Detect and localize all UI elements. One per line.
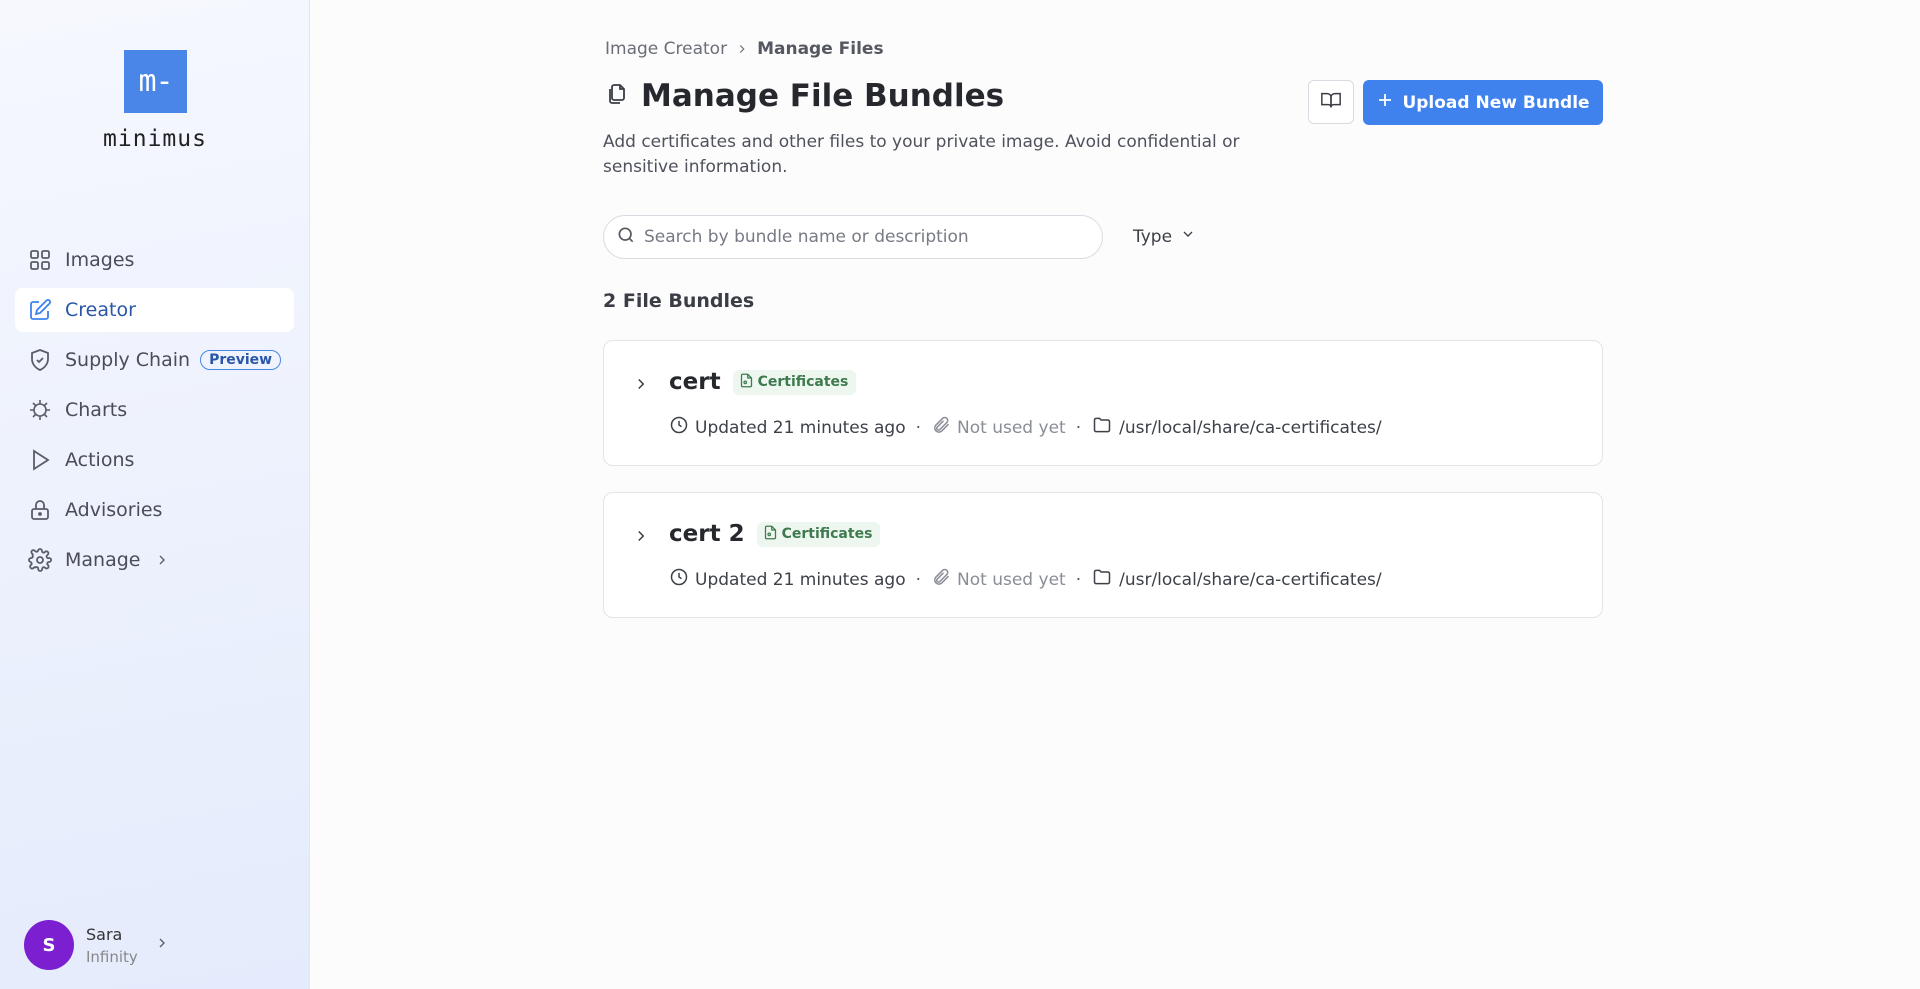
updated-text: Updated 21 minutes ago	[695, 569, 906, 590]
bundle-card[interactable]: cert Certificates Updated 21 minutes ago…	[603, 340, 1603, 466]
sidebar-item-label: Charts	[65, 399, 128, 421]
path-info: /usr/local/share/ca-certificates/	[1091, 567, 1382, 592]
usage-text: Not used yet	[957, 417, 1066, 438]
sidebar-item-creator[interactable]: Creator	[15, 288, 294, 332]
expand-chevron-icon[interactable]	[632, 527, 650, 549]
usage-info: Not used yet	[931, 415, 1066, 440]
certificate-icon	[763, 525, 782, 544]
sidebar-item-label: Supply Chain	[65, 349, 191, 371]
bundle-name: cert	[669, 369, 721, 395]
shield-icon	[27, 347, 53, 373]
updated-text: Updated 21 minutes ago	[695, 417, 906, 438]
clock-icon	[669, 415, 695, 440]
type-tag-label: Certificates	[781, 526, 873, 542]
usage-info: Not used yet	[931, 567, 1066, 592]
user-menu[interactable]: S Sara Infinity	[24, 919, 284, 971]
sidebar-item-supply-chain[interactable]: Supply Chain Preview	[15, 338, 294, 382]
user-name: Sara	[86, 924, 123, 944]
separator-dot: ·	[1075, 569, 1082, 590]
bundle-meta: Updated 21 minutes ago · Not used yet · …	[669, 567, 1382, 592]
type-filter-dropdown[interactable]: Type	[1133, 226, 1196, 247]
chevron-right-icon	[154, 935, 170, 955]
sidebar-item-label: Manage	[65, 549, 141, 571]
lock-icon	[27, 497, 53, 523]
type-tag: Certificates	[732, 369, 857, 395]
page-header: Manage File Bundles	[605, 78, 1004, 114]
sidebar-item-label: Actions	[65, 449, 135, 471]
play-icon	[27, 447, 53, 473]
paperclip-icon	[931, 567, 957, 592]
breadcrumb-current: Manage Files	[757, 39, 884, 59]
sidebar-item-manage[interactable]: Manage	[15, 538, 294, 582]
upload-bundle-button[interactable]: Upload New Bundle	[1363, 80, 1603, 125]
chevron-right-icon	[735, 42, 749, 56]
grid-icon	[27, 247, 53, 273]
separator-dot: ·	[915, 417, 922, 438]
plus-icon	[1376, 91, 1402, 114]
bundle-name: cert 2	[669, 521, 745, 547]
path-info: /usr/local/share/ca-certificates/	[1091, 415, 1382, 440]
main-nav: Images Creator Supply Chain Preview Char…	[15, 238, 294, 588]
sidebar: m- minimus Images Creator Supply Chain P…	[0, 0, 310, 989]
sidebar-item-advisories[interactable]: Advisories	[15, 488, 294, 532]
preview-badge: Preview	[200, 350, 282, 370]
folder-icon	[1091, 415, 1119, 440]
documentation-button[interactable]	[1308, 80, 1354, 124]
sidebar-item-images[interactable]: Images	[15, 238, 294, 282]
bundle-count: 2 File Bundles	[603, 290, 755, 312]
bundle-header: cert 2 Certificates	[669, 521, 881, 547]
type-tag-label: Certificates	[757, 374, 849, 390]
upload-bundle-label: Upload New Bundle	[1402, 92, 1590, 113]
user-info: Sara Infinity	[86, 925, 138, 966]
files-icon	[605, 82, 629, 110]
type-filter-label: Type	[1133, 226, 1173, 247]
certificate-icon	[739, 373, 758, 392]
search-input[interactable]	[644, 227, 1084, 247]
edit-icon	[27, 297, 53, 323]
chevron-right-icon	[154, 552, 170, 568]
separator-dot: ·	[915, 569, 922, 590]
breadcrumb: Image Creator Manage Files	[605, 39, 884, 59]
user-org: Infinity	[86, 947, 138, 966]
updated-info: Updated 21 minutes ago	[669, 567, 906, 592]
clock-icon	[669, 567, 695, 592]
path-text: /usr/local/share/ca-certificates/	[1119, 417, 1382, 438]
sidebar-item-actions[interactable]: Actions	[15, 438, 294, 482]
updated-info: Updated 21 minutes ago	[669, 415, 906, 440]
avatar: S	[24, 920, 74, 970]
usage-text: Not used yet	[957, 569, 1066, 590]
type-tag: Certificates	[756, 521, 881, 547]
breadcrumb-parent[interactable]: Image Creator	[605, 39, 727, 59]
sidebar-item-charts[interactable]: Charts	[15, 388, 294, 432]
bundle-list: cert Certificates Updated 21 minutes ago…	[603, 340, 1603, 644]
main-content: Image Creator Manage Files Manage File B…	[603, 0, 1603, 989]
page-description: Add certificates and other files to your…	[603, 132, 1240, 177]
sidebar-item-label: Images	[65, 249, 135, 271]
bundle-header: cert Certificates	[669, 369, 857, 395]
sidebar-item-label: Creator	[65, 299, 136, 321]
sidebar-item-label: Advisories	[65, 499, 163, 521]
path-text: /usr/local/share/ca-certificates/	[1119, 569, 1382, 590]
expand-chevron-icon[interactable]	[632, 375, 650, 397]
paperclip-icon	[931, 415, 957, 440]
logo-mark[interactable]: m-	[124, 50, 187, 113]
search-icon	[616, 225, 636, 249]
folder-icon	[1091, 567, 1119, 592]
search-box	[603, 215, 1103, 259]
gear-icon	[27, 547, 53, 573]
bundle-meta: Updated 21 minutes ago · Not used yet · …	[669, 415, 1382, 440]
bundle-card[interactable]: cert 2 Certificates Updated 21 minutes a…	[603, 492, 1603, 618]
book-icon	[1320, 89, 1342, 115]
helm-icon	[27, 397, 53, 423]
brand-name: minimus	[103, 126, 207, 152]
separator-dot: ·	[1075, 417, 1082, 438]
page-title: Manage File Bundles	[641, 78, 1005, 114]
chevron-down-icon	[1172, 226, 1196, 247]
